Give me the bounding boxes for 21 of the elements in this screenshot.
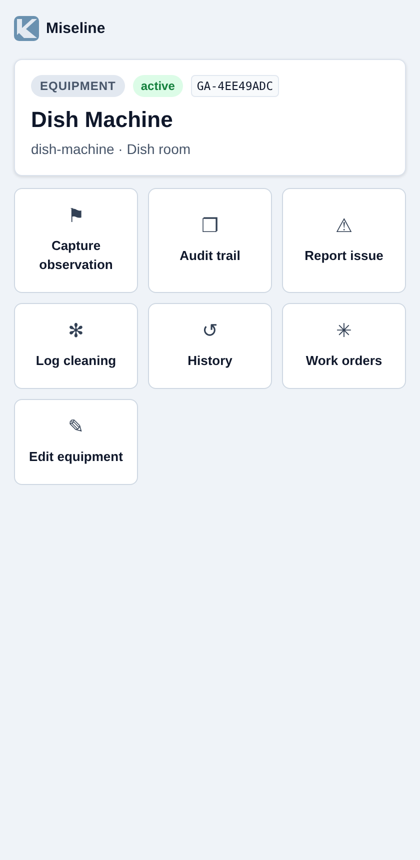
category-badge: EQUIPMENT <box>31 75 125 97</box>
action-tile[interactable]: ✳ Work orders <box>282 303 406 389</box>
action-tile[interactable]: ⚠ Report issue <box>282 188 406 293</box>
action-icon: ⚠ <box>336 216 352 236</box>
action-icon: ⚑ <box>68 207 84 226</box>
status-badge: active <box>132 75 183 97</box>
action-tile[interactable]: ↺ History <box>148 303 272 389</box>
action-tile[interactable]: ⚑ Capture observation <box>14 188 138 293</box>
action-icon: ↺ <box>202 322 218 341</box>
equipment-details: dish-machine · Dish room <box>31 141 192 157</box>
app-name: Miseline <box>46 20 106 37</box>
action-tile[interactable]: ✎ Edit equipment <box>14 399 138 485</box>
action-tile[interactable]: ❐ Audit trail <box>148 188 272 293</box>
equipment-code: GA-4EE49ADC <box>190 75 280 97</box>
action-icon: ❐ <box>202 216 218 236</box>
action-icon: ✎ <box>68 418 84 437</box>
action-tile[interactable]: ✻ Log cleaning <box>14 303 138 389</box>
action-icon: ✳ <box>336 322 352 341</box>
action-icon: ✻ <box>68 322 84 341</box>
equipment-name: Dish Machine <box>31 107 174 133</box>
logo-icon <box>14 16 39 41</box>
